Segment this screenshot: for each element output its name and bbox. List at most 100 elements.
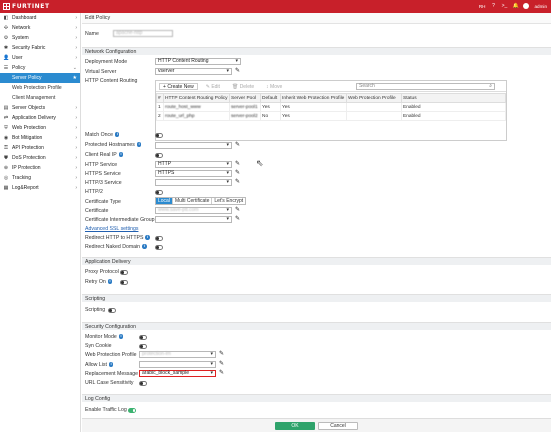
sidebar-item-server-policy[interactable]: Server Policy ★ — [0, 73, 80, 83]
cert-type-letsencrypt[interactable]: Let's Encrypt — [212, 198, 245, 204]
http2-toggle[interactable] — [155, 190, 163, 195]
url-case-sensitivity-toggle[interactable] — [139, 381, 147, 386]
help-icon[interactable]: ? — [490, 3, 496, 9]
sidebar-item-ip-protection[interactable]: ⊕ IP Protection › — [0, 163, 80, 173]
sidebar-item-web-protection[interactable]: ⛨ Web Protection › — [0, 123, 80, 133]
http-service-select[interactable]: HTTP ▾ — [155, 161, 232, 168]
web-protection-profile-select[interactable]: protection-lm ▾ — [139, 351, 216, 358]
chevron-right-icon: › — [75, 125, 77, 131]
col-routing-policy[interactable]: HTTP Content Routing Policy — [163, 93, 230, 103]
avatar[interactable] — [523, 3, 530, 9]
http3-service-select[interactable]: ▾ — [155, 179, 232, 186]
virtual-server-select[interactable]: vserver ▾ — [155, 68, 232, 75]
client-real-ip-toggle[interactable] — [155, 153, 163, 158]
match-once-toggle[interactable] — [155, 133, 163, 138]
sidebar-item-system[interactable]: ⚙ System › — [0, 33, 80, 43]
sidebar-item-dos-protection[interactable]: ⛊ DoS Protection › — [0, 153, 80, 163]
sidebar-item-log-report[interactable]: ▦ Log&Report › — [0, 183, 80, 193]
redirect-naked-domain-label: Redirect Naked Domain i — [85, 243, 147, 251]
advanced-ssl-settings-link[interactable]: Advanced SSL settings — [85, 225, 138, 233]
notification-bell-icon[interactable]: 🔔 — [512, 3, 518, 9]
edit-pencil-icon[interactable]: ✎ — [235, 207, 240, 214]
sidebar-item-user[interactable]: 👤 User › — [0, 53, 80, 63]
deployment-mode-select[interactable]: HTTP Content Routing ▾ — [155, 58, 241, 65]
sidebar-item-security-fabric[interactable]: ✱ Security Fabric › — [0, 43, 80, 53]
edit-pencil-icon[interactable]: ✎ — [219, 351, 224, 358]
col-inherit-wpp[interactable]: Inherit Web Protection Profile — [280, 93, 347, 103]
sidebar-item-bot-mitigation[interactable]: ◉ Bot Mitigation › — [0, 133, 80, 143]
user-icon: 👤 — [3, 55, 10, 61]
cell-index: 1 — [156, 102, 164, 112]
edit-pencil-icon[interactable]: ✎ — [235, 179, 240, 186]
col-wpp[interactable]: Web Protection Profile — [346, 93, 402, 103]
favorite-star-icon[interactable]: ★ — [73, 75, 77, 81]
info-icon[interactable]: i — [114, 132, 120, 137]
syn-cookie-label: Syn Cookie — [85, 343, 112, 349]
move-button[interactable]: ↕ Move — [262, 82, 287, 90]
certificate-select[interactable]: www.save-ptt.com ▾ — [155, 207, 232, 214]
col-status[interactable]: Status — [401, 93, 506, 103]
edit-pencil-icon[interactable]: ✎ — [219, 370, 224, 377]
protected-hostnames-select[interactable]: ▾ — [155, 142, 232, 149]
table-search-input[interactable]: Search ⌕ — [356, 83, 495, 90]
sidebar-item-network[interactable]: ✣ Network › — [0, 23, 80, 33]
delete-button[interactable]: 🗑 Delete — [227, 82, 259, 90]
info-icon[interactable]: i — [107, 279, 113, 284]
monitor-mode-toggle[interactable] — [139, 335, 147, 340]
table-row[interactable]: 1 route_host_www server-pool1 Yes Yes En… — [156, 102, 506, 112]
info-icon[interactable]: i — [136, 142, 142, 147]
redirect-naked-toggle[interactable] — [155, 245, 163, 250]
info-icon[interactable]: i — [108, 362, 114, 367]
allow-list-select[interactable]: ▾ — [139, 361, 216, 368]
col-server-pool[interactable]: Server Pool — [229, 93, 261, 103]
sidebar-item-policy[interactable]: ☰ Policy ⌄ — [0, 63, 80, 73]
chevron-right-icon: › — [75, 155, 77, 161]
info-icon[interactable]: i — [142, 244, 147, 249]
sidebar-item-web-protection-profile[interactable]: Web Protection Profile — [0, 83, 80, 93]
user-menu[interactable]: admin — [534, 4, 547, 9]
http2-label: HTTP/2 — [85, 189, 103, 195]
scripting-toggle[interactable] — [108, 308, 116, 313]
name-label: Name — [85, 31, 99, 37]
sidebar-item-dashboard[interactable]: ◧ Dashboard › — [0, 13, 80, 23]
syn-cookie-toggle[interactable] — [139, 344, 147, 349]
create-new-button[interactable]: + Create New — [159, 82, 198, 90]
cert-intermediate-group-select[interactable]: ▾ — [155, 216, 232, 223]
terminal-icon[interactable]: >_ — [501, 3, 508, 9]
edit-pencil-icon[interactable]: ✎ — [235, 170, 240, 177]
cancel-button[interactable]: Cancel — [318, 422, 358, 430]
ok-button[interactable]: OK — [275, 422, 315, 430]
proxy-protocol-toggle[interactable] — [120, 270, 128, 275]
cert-type-local[interactable]: Local — [156, 198, 173, 204]
replacement-message-select[interactable]: arabic_block_sample ▾ — [139, 370, 216, 377]
cert-type-multi[interactable]: Multi Certificate — [173, 198, 213, 204]
section-application-delivery: Application Delivery — [82, 257, 551, 265]
sidebar-item-api-protection[interactable]: ⚿ API Protection › — [0, 143, 80, 153]
https-service-select[interactable]: HTTPS ▾ — [155, 170, 232, 177]
edit-pencil-icon[interactable]: ✎ — [235, 142, 240, 149]
col-index[interactable]: # — [156, 93, 164, 103]
sidebar-item-application-delivery[interactable]: ⇄ Application Delivery › — [0, 113, 80, 123]
sidebar-item-tracking[interactable]: ◎ Tracking › — [0, 173, 80, 183]
col-default[interactable]: Default — [260, 93, 281, 103]
enable-traffic-log-toggle[interactable] — [128, 408, 136, 413]
edit-pencil-icon[interactable]: ✎ — [219, 361, 224, 368]
table-row[interactable]: 2 route_url_php server-pool2 No Yes Enab… — [156, 111, 506, 121]
content-routing-table: + Create New ✎ Edit 🗑 Delete ↕ Move Sear… — [155, 80, 507, 141]
edit-pencil-icon[interactable]: ✎ — [235, 68, 240, 75]
name-field[interactable]: apache-http — [113, 30, 173, 37]
info-icon[interactable]: i — [118, 152, 124, 157]
chevron-down-icon: ▾ — [226, 207, 229, 213]
brand-logo[interactable]: FURTINET — [3, 2, 50, 11]
info-icon[interactable]: i — [145, 235, 150, 240]
edit-button[interactable]: ✎ Edit — [201, 82, 224, 90]
cell-default: No — [260, 111, 281, 121]
edit-pencil-icon[interactable]: ✎ — [235, 161, 240, 168]
chevron-down-icon: ▾ — [226, 170, 229, 176]
sidebar-item-client-management[interactable]: Client Management — [0, 93, 80, 103]
sidebar-item-server-objects[interactable]: ▤ Server Objects › — [0, 103, 80, 113]
retry-on-toggle[interactable] — [120, 280, 128, 285]
info-icon[interactable]: i — [118, 334, 124, 339]
redirect-http-toggle[interactable] — [155, 236, 163, 241]
edit-pencil-icon[interactable]: ✎ — [235, 216, 240, 223]
